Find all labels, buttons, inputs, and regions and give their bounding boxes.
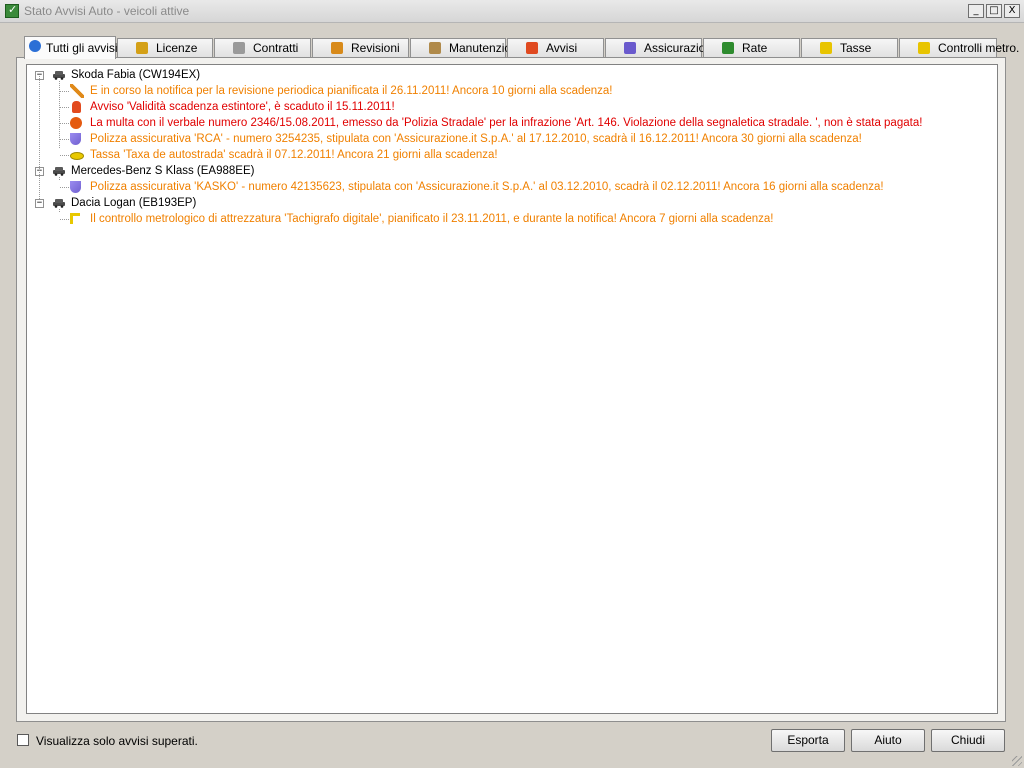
notice-item[interactable]: Polizza assicurativa 'KASKO' - numero 42… xyxy=(27,179,987,195)
window-controls: _ □ X xyxy=(968,4,1020,18)
notice-text: Il controllo metrologico di attrezzatura… xyxy=(90,213,774,225)
collapse-toggle[interactable]: − xyxy=(35,199,44,208)
tab-9[interactable]: Tasse xyxy=(801,38,898,57)
shield-icon xyxy=(70,133,81,145)
notice-text: Polizza assicurativa 'KASKO' - numero 42… xyxy=(90,181,884,193)
notice-item[interactable]: La multa con il verbale numero 2346/15.0… xyxy=(27,115,987,131)
tab-4[interactable]: Revisioni xyxy=(312,38,409,57)
only-expired-checkbox[interactable] xyxy=(17,734,29,746)
resize-grip[interactable] xyxy=(1012,756,1022,766)
tab-7[interactable]: Assicurazioni xyxy=(605,38,715,57)
maximize-button[interactable]: □ xyxy=(986,4,1002,18)
title-bar: Stato Avvisi Auto - veicoli attive _ □ X xyxy=(0,0,1024,23)
tab-label: Avvisi xyxy=(546,41,578,55)
fine-icon xyxy=(70,117,82,129)
notices-tree[interactable]: − Skoda Fabia (CW194EX) E in corso la noti… xyxy=(26,64,998,714)
fire-extinguisher-icon xyxy=(526,42,538,54)
tab-6[interactable]: Avvisi xyxy=(507,38,604,57)
shield-icon xyxy=(624,42,636,54)
only-expired-label: Visualizza solo avvisi superati. xyxy=(36,734,198,748)
minimize-button[interactable]: _ xyxy=(968,4,984,18)
tab-5[interactable]: Manutenzioni xyxy=(410,38,520,57)
vehicle-label: Skoda Fabia (CW194EX) xyxy=(71,69,201,81)
close-button[interactable]: Chiudi xyxy=(931,729,1005,752)
info-icon xyxy=(29,40,41,52)
tab-label: Tutti gli avvisi xyxy=(46,41,118,55)
app-icon xyxy=(5,3,19,18)
tab-10[interactable]: Controlli metro. xyxy=(899,38,1019,57)
fire-extinguisher-icon xyxy=(72,101,81,113)
tab-8[interactable]: Rate xyxy=(703,38,800,57)
notice-item[interactable]: Tassa 'Taxa de autostrada' scadrà il 07.… xyxy=(27,147,987,163)
tachograph-icon xyxy=(918,42,930,54)
tab-label: Tasse xyxy=(840,41,872,55)
notice-item[interactable]: Avviso 'Validità scadenza estintore', è … xyxy=(27,99,987,115)
vehicle-node[interactable]: − Mercedes-Benz S Klass (EA988EE) xyxy=(27,163,987,179)
notice-text: Avviso 'Validità scadenza estintore', è … xyxy=(90,101,395,113)
vehicle-label: Dacia Logan (EB193EP) xyxy=(71,197,197,209)
vehicle-node[interactable]: − Dacia Logan (EB193EP) xyxy=(27,195,987,211)
close-window-button[interactable]: X xyxy=(1004,4,1020,18)
car-icon xyxy=(53,71,65,80)
notice-item[interactable]: Il controllo metrologico di attrezzatura… xyxy=(27,211,987,227)
notice-text: E in corso la notifica per la revisione … xyxy=(90,85,613,97)
tab-2[interactable]: Licenze xyxy=(117,38,213,57)
notice-text: Tassa 'Taxa de autostrada' scadrà il 07.… xyxy=(90,149,498,161)
vehicle-label: Mercedes-Benz S Klass (EA988EE) xyxy=(71,165,255,177)
tab-label: Revisioni xyxy=(351,41,400,55)
wrench-icon xyxy=(70,84,84,98)
help-button[interactable]: Aiuto xyxy=(851,729,925,752)
tab-3[interactable]: Contratti xyxy=(214,38,311,57)
car-icon xyxy=(53,199,65,208)
euro-icon xyxy=(722,42,734,54)
shield-icon xyxy=(70,181,81,193)
tree-root-connector xyxy=(39,76,40,199)
tools-icon xyxy=(429,42,441,54)
notice-item[interactable]: Polizza assicurativa 'RCA' - numero 3254… xyxy=(27,131,987,147)
notice-item[interactable]: E in corso la notifica per la revisione … xyxy=(27,83,987,99)
tachograph-icon xyxy=(70,213,80,224)
tab-label: Contratti xyxy=(253,41,299,55)
tab-label: Rate xyxy=(742,41,768,55)
contract-icon xyxy=(233,42,245,54)
coins-icon xyxy=(820,42,832,54)
license-icon xyxy=(136,42,148,54)
notice-text: Polizza assicurativa 'RCA' - numero 3254… xyxy=(90,133,862,145)
vehicle-node[interactable]: − Skoda Fabia (CW194EX) xyxy=(27,67,987,83)
coins-icon xyxy=(70,152,84,160)
wrench-icon xyxy=(331,42,343,54)
tab-1[interactable]: Tutti gli avvisi xyxy=(24,36,118,59)
car-icon xyxy=(53,167,65,176)
window-title: Stato Avvisi Auto - veicoli attive xyxy=(24,4,190,18)
tab-label: Controlli metro. xyxy=(938,41,1020,55)
tab-label: Licenze xyxy=(156,41,198,55)
notice-text: La multa con il verbale numero 2346/15.0… xyxy=(90,117,923,129)
export-button[interactable]: Esporta xyxy=(771,729,845,752)
